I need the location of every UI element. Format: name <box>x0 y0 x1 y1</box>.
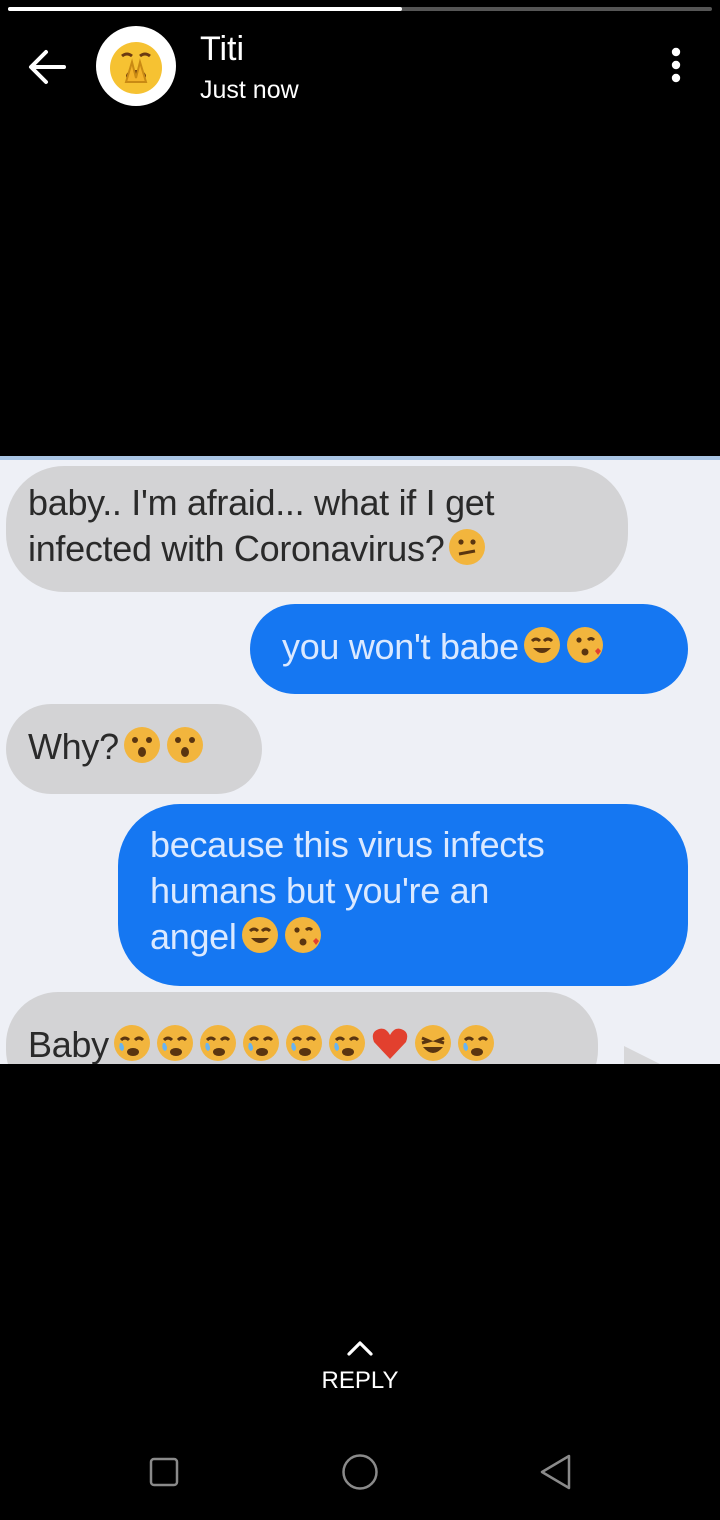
kissing-face-icon <box>565 625 605 676</box>
crying-face-icon <box>112 1023 152 1064</box>
chevron-up-icon <box>347 1341 373 1356</box>
message-bubble-incoming: Baby <box>6 992 598 1064</box>
message-line: because this virus infects <box>150 824 545 865</box>
arrow-left-icon <box>29 50 66 84</box>
message-line: you won't babe <box>282 626 519 667</box>
message-line: humans but you're an <box>150 870 490 911</box>
more-options-button[interactable] <box>660 44 692 90</box>
red-heart-icon <box>370 1023 410 1064</box>
image-top-edge <box>0 456 720 460</box>
crying-face-icon <box>284 1023 324 1064</box>
more-vert-icon <box>671 47 681 83</box>
reply-button[interactable]: REPLY <box>0 1338 720 1395</box>
smiling-face-icon <box>240 915 280 966</box>
reply-label: REPLY <box>321 1367 399 1394</box>
home-icon[interactable] <box>340 1452 380 1492</box>
message-line: Baby <box>28 1024 109 1064</box>
crying-face-icon <box>456 1023 496 1064</box>
back-icon[interactable] <box>538 1453 574 1491</box>
recent-apps-icon[interactable] <box>148 1456 180 1488</box>
posted-time: Just now <box>200 76 299 104</box>
message-line: infected with Coronavirus? <box>28 528 445 569</box>
crying-face-icon <box>155 1023 195 1064</box>
message-line: baby.. I'm afraid... what if I get <box>28 482 495 523</box>
message-bubble-incoming: Why? <box>6 704 262 794</box>
astonished-face-icon <box>122 725 162 776</box>
poster-name[interactable]: Titi <box>200 30 244 69</box>
story-progress-bar <box>8 7 712 11</box>
astonished-face-icon <box>165 725 205 776</box>
message-bubble-incoming: baby.. I'm afraid... what if I get infec… <box>6 466 628 592</box>
message-line: Why? <box>28 726 119 767</box>
crying-face-icon <box>241 1023 281 1064</box>
system-navigation-bar <box>0 1440 720 1504</box>
message-line: angel <box>150 916 237 957</box>
crying-face-icon <box>198 1023 238 1064</box>
status-image: baby.. I'm afraid... what if I get infec… <box>0 456 720 1064</box>
back-button[interactable] <box>22 42 72 92</box>
message-bubble-outgoing: because this virus infects humans but yo… <box>118 804 688 986</box>
kissing-face-icon <box>283 915 323 966</box>
avatar[interactable] <box>96 26 176 106</box>
smiling-face-icon <box>522 625 562 676</box>
story-progress-fill <box>8 7 403 11</box>
confused-face-icon <box>447 527 487 578</box>
shushing-face-emoji-icon <box>110 42 162 94</box>
laughing-face-icon <box>413 1023 453 1064</box>
crying-face-icon <box>327 1023 367 1064</box>
message-bubble-outgoing: you won't babe <box>250 604 688 694</box>
bubble-tail-decoration <box>624 1046 660 1064</box>
